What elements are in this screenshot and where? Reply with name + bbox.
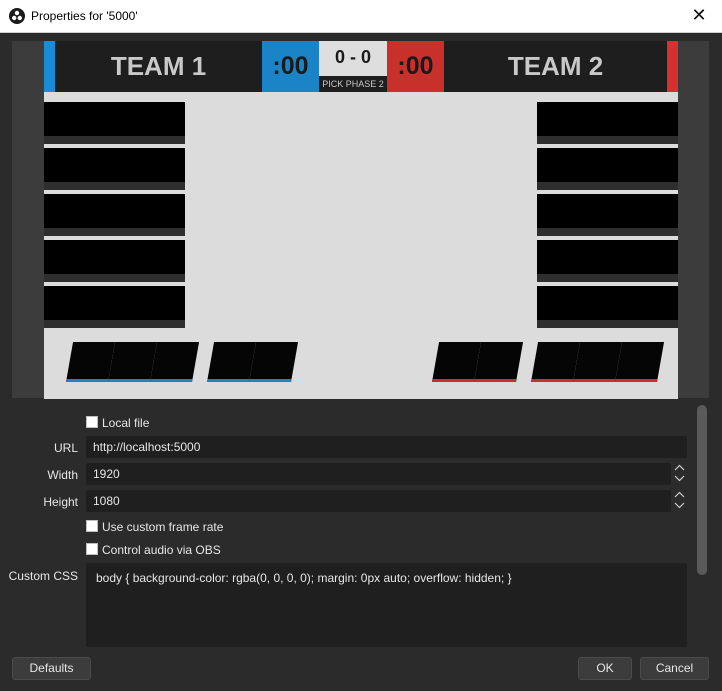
url-label: URL <box>53 441 78 455</box>
team2-pick-slot <box>537 194 678 236</box>
cancel-button[interactable]: Cancel <box>640 657 709 680</box>
team1-ban-card <box>66 342 116 382</box>
custom-css-textarea[interactable]: body { background-color: rgba(0, 0, 0, 0… <box>86 563 687 647</box>
chevron-down-icon[interactable] <box>672 501 687 512</box>
height-label: Height <box>43 495 78 509</box>
team2-ban-card <box>573 342 623 382</box>
score-center: 0 - 0 PICK PHASE 2 <box>319 41 387 92</box>
width-stepper[interactable] <box>672 463 687 485</box>
phase-label: PICK PHASE 2 <box>319 76 387 92</box>
properties-form: Local file URL http://localhost:5000 Wid… <box>0 402 722 652</box>
team1-name: TEAM 1 <box>110 51 207 81</box>
window-title: Properties for '5000' <box>31 9 138 23</box>
control-audio-label: Control audio via OBS <box>102 543 221 557</box>
form-scrollbar[interactable] <box>697 405 707 645</box>
chevron-up-icon[interactable] <box>672 490 687 501</box>
team1-ban-card <box>207 342 257 382</box>
team2-pick-slot <box>537 286 678 328</box>
local-file-label: Local file <box>102 416 150 430</box>
team1-pick-slot <box>44 194 185 236</box>
chevron-up-icon[interactable] <box>672 463 687 474</box>
scrollbar-thumb[interactable] <box>697 405 707 575</box>
team2-timer: :00 <box>387 41 444 92</box>
score-display: 0 - 0 <box>319 41 387 76</box>
team2-color-edge <box>667 41 678 92</box>
local-file-checkbox[interactable] <box>86 416 98 428</box>
team2-ban-card <box>474 342 524 382</box>
custom-frame-rate-checkbox[interactable] <box>86 520 98 532</box>
team1-ban-card <box>150 342 200 382</box>
team2-name: TEAM 2 <box>507 51 604 81</box>
width-input[interactable]: 1920 <box>86 463 671 485</box>
team2-pick-slot <box>537 240 678 282</box>
team1-pick-slot <box>44 102 185 144</box>
defaults-button[interactable]: Defaults <box>12 657 91 680</box>
scoreboard-bar: TEAM 1 :00 0 - 0 PICK PHASE 2 :00 TEAM 2 <box>44 41 678 92</box>
team2-ban-card <box>615 342 665 382</box>
title-bar: Properties for '5000' ✕ <box>0 0 722 33</box>
custom-css-label: Custom CSS <box>8 569 78 583</box>
team1-color-edge <box>44 41 55 92</box>
custom-frame-rate-label: Use custom frame rate <box>102 520 224 534</box>
team1-ban-card <box>249 342 299 382</box>
close-icon[interactable]: ✕ <box>676 0 722 33</box>
ok-button[interactable]: OK <box>578 657 632 680</box>
width-label: Width <box>47 468 78 482</box>
team1-pick-slot <box>44 240 185 282</box>
team1-pick-slot <box>44 286 185 328</box>
team1-timer: :00 <box>262 41 319 92</box>
team1-pick-slot <box>44 148 185 190</box>
control-audio-checkbox[interactable] <box>86 543 98 555</box>
chevron-down-icon[interactable] <box>672 474 687 485</box>
team2-ban-card <box>531 342 581 382</box>
obs-logo-icon <box>9 8 25 24</box>
team2-pick-slot <box>537 148 678 190</box>
team1-ban-card <box>108 342 158 382</box>
team2-ban-card <box>432 342 482 382</box>
height-stepper[interactable] <box>672 490 687 512</box>
height-input[interactable]: 1080 <box>86 490 671 512</box>
url-input[interactable]: http://localhost:5000 <box>86 436 687 458</box>
team2-pick-slot <box>537 102 678 144</box>
